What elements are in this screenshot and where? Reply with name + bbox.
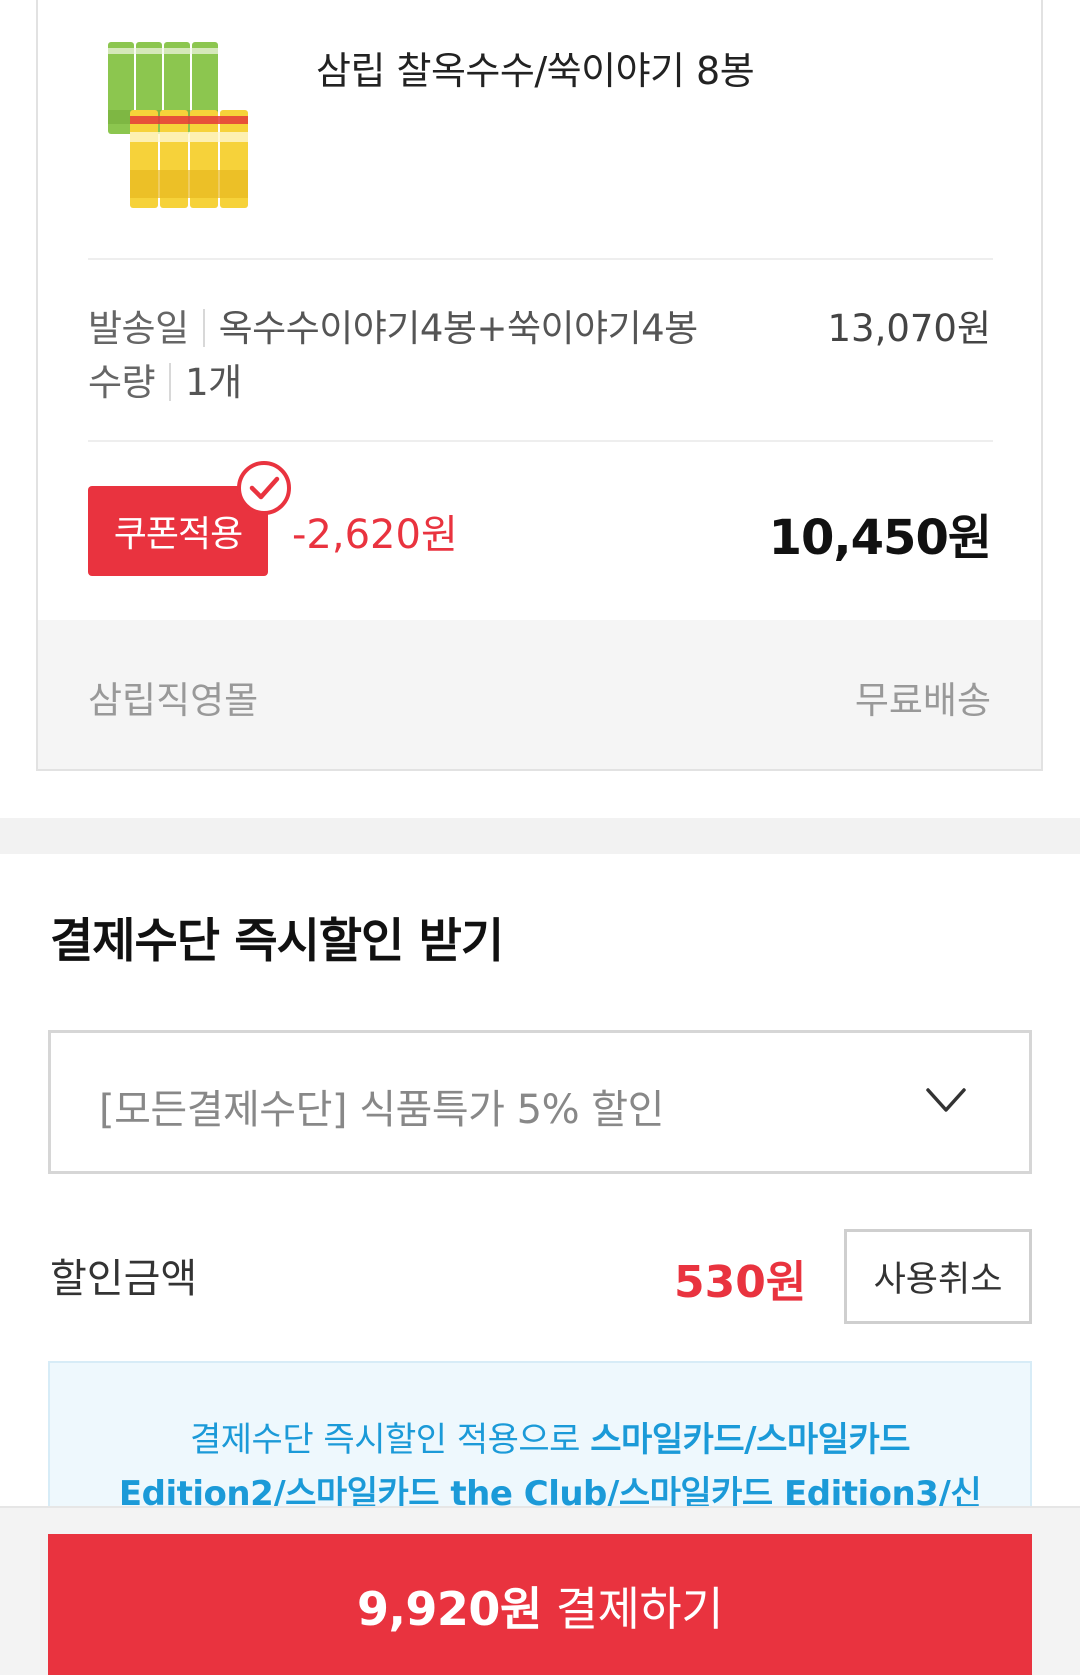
shipping-info: 무료배송 [854, 679, 991, 722]
section-gap [0, 818, 1080, 854]
separator [169, 363, 172, 401]
order-item-card: 삼립 찰옥수수/쑥이야기 8봉 발송일 옥수수이야기4봉+쑥이야기4봉 13,07… [36, 0, 1043, 771]
selected-discount-option: [모든결제수단] 식품특가 5% 할인 [99, 1087, 664, 1133]
checkout-bar: 9,920원 결제하기 [0, 1506, 1080, 1675]
checkout-label: 결제하기 [555, 1581, 724, 1636]
discount-info-text: 결제수단 즉시할인 적용으로 스마일카드/스마일카드 Edition2/스마일카드… [110, 1413, 990, 1521]
info-prefix: 결제수단 즉시할인 적용으로 [189, 1420, 591, 1460]
seller-bar: 삼립직영몰 무료배송 [38, 620, 1041, 769]
item-final-price: 10,450원 [768, 510, 992, 566]
cancel-discount-button[interactable]: 사용취소 [844, 1229, 1032, 1324]
checkout-amount: 9,920원 [356, 1581, 542, 1636]
chevron-down-icon [926, 1088, 966, 1112]
quantity-row: 수량 1개 [88, 352, 242, 406]
option-price: 13,070원 [827, 307, 991, 350]
seller-name[interactable]: 삼립직영몰 [88, 670, 258, 724]
coupon-discount: -2,620원 [292, 512, 458, 558]
info-cards-line1: 스마일카드/스마일카드 [590, 1420, 910, 1460]
option-row: 발송일 옥수수이야기4봉+쑥이야기4봉 [88, 298, 698, 352]
product-name[interactable]: 삼립 찰옥수수/쑥이야기 8봉 [316, 40, 755, 95]
checkout-button[interactable]: 9,920원 결제하기 [48, 1534, 1032, 1675]
discount-amount-label: 할인금액 [50, 1256, 198, 1302]
section-title: 결제수단 즉시할인 받기 [50, 914, 504, 969]
quantity-label: 수량 [88, 361, 156, 404]
option-value: 옥수수이야기4봉+쑥이야기4봉 [218, 307, 699, 350]
quantity-value: 1개 [185, 361, 242, 404]
separator [202, 309, 205, 347]
product-thumbnail[interactable] [106, 40, 256, 210]
discount-amount-value: 530원 [674, 1257, 807, 1308]
divider [88, 440, 993, 442]
discount-select[interactable]: [모든결제수단] 식품특가 5% 할인 [48, 1030, 1032, 1174]
ship-date-label: 발송일 [88, 307, 189, 350]
divider [88, 258, 993, 260]
check-circle-icon [237, 461, 291, 515]
